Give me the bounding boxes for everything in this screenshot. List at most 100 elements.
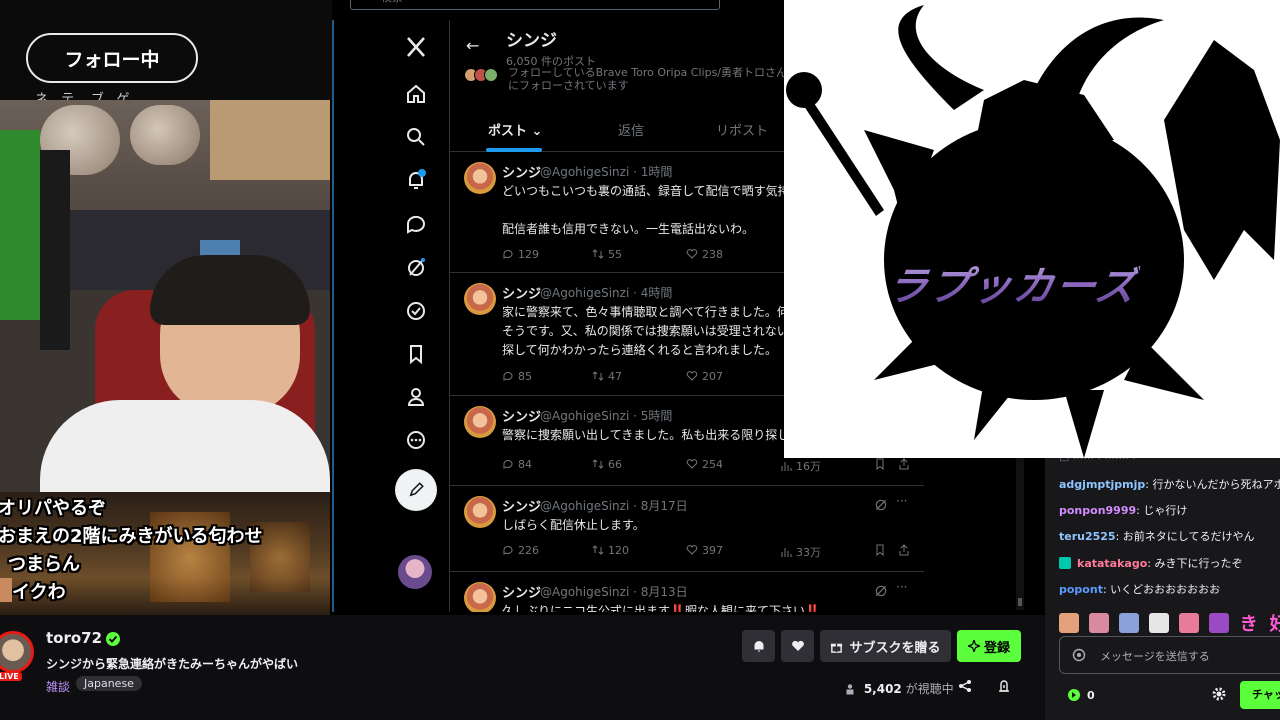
x-nav-rail <box>334 20 450 612</box>
chat-username[interactable]: katatakago <box>1077 557 1147 570</box>
emote[interactable] <box>1179 613 1200 633</box>
more-icon[interactable] <box>404 428 428 452</box>
x-logo-icon[interactable] <box>404 35 428 59</box>
emote[interactable]: き <box>1240 610 1260 636</box>
chat-send-button[interactable]: チャット <box>1240 681 1280 709</box>
grok-icon[interactable] <box>874 498 888 512</box>
bookmark-button[interactable] <box>874 544 890 557</box>
emote[interactable] <box>1119 613 1140 633</box>
stream-category[interactable]: 雑談 <box>46 678 70 695</box>
reply-icon <box>503 545 513 555</box>
emote[interactable] <box>1059 613 1079 633</box>
tweet-author[interactable]: シンジ <box>502 283 541 302</box>
views-chart-icon <box>781 548 792 557</box>
repost-button[interactable]: 55 <box>592 248 622 261</box>
heart-icon <box>686 371 698 381</box>
share-icon[interactable] <box>958 679 972 693</box>
share-button[interactable] <box>898 544 914 557</box>
notifications-button[interactable] <box>742 630 775 662</box>
chat-text: : 行かないんだから死ねアホ <box>1145 478 1280 491</box>
home-icon[interactable] <box>404 82 428 106</box>
repost-button[interactable]: 47 <box>592 370 622 383</box>
tweet-avatar[interactable] <box>464 162 496 194</box>
tweet-author[interactable]: シンジ <box>502 406 541 425</box>
viewer-count: 5,402 が視聴中 <box>844 680 954 697</box>
x-profile-fragment: フォロー中 … ネ、テ、 ブ、ゲ … <box>0 0 332 100</box>
tweet-avatar[interactable] <box>464 283 496 315</box>
account-avatar[interactable] <box>398 555 432 589</box>
chat-username[interactable]: adgjmptjpmjp <box>1059 478 1145 491</box>
sparkle-icon <box>967 640 980 652</box>
repost-button[interactable]: 120 <box>592 544 629 557</box>
reply-button[interactable]: 226 <box>502 544 539 557</box>
back-arrow-icon[interactable]: ← <box>466 36 479 55</box>
streamer-name[interactable]: toro72 <box>46 629 102 647</box>
compose-post-button[interactable] <box>395 469 437 511</box>
channel-points-balance[interactable]: 0 <box>1067 688 1095 702</box>
like-button[interactable]: 207 <box>686 370 723 383</box>
tweet-avatar[interactable] <box>464 582 496 612</box>
stream-chat-overlay: オリパやるぞ おまえの2階にみきがいる匂わせ つまらん イクわ <box>0 492 330 615</box>
more-options-icon[interactable]: ··· <box>896 494 907 508</box>
x-search-input[interactable]: 検索 <box>350 0 720 10</box>
share-button[interactable] <box>898 458 914 471</box>
messages-icon[interactable] <box>404 212 428 236</box>
like-button[interactable]: 254 <box>686 458 723 471</box>
verified-badge-icon <box>106 632 120 646</box>
notifications-bell-icon[interactable] <box>404 168 428 192</box>
reply-button[interactable]: 85 <box>502 370 532 383</box>
tweet-text: どいつもこいつも裏の通話、録音して配信で晒す気持 配信者誰も信用できない。一生電話… <box>502 184 790 236</box>
chat-input[interactable]: メッセージを送信する <box>1059 636 1280 674</box>
bookmarks-icon[interactable] <box>404 342 428 366</box>
like-button[interactable]: 397 <box>686 544 723 557</box>
search-icon[interactable] <box>404 125 428 149</box>
streamer-avatar[interactable] <box>0 631 34 673</box>
bookmark-button[interactable] <box>874 458 890 471</box>
chat-username[interactable]: popont <box>1059 583 1103 596</box>
chat-text: : じゃ行け <box>1136 504 1188 517</box>
tweet[interactable]: シンジ @AgohigeSinzi · 8月17日 ··· しばらく配信休止しま… <box>450 486 924 572</box>
views-count[interactable]: 33万 <box>780 544 821 560</box>
tweet-author[interactable]: シンジ <box>502 162 541 181</box>
chat-text: : お前ネタにしてるだけやん <box>1115 530 1255 543</box>
tab-reposts[interactable]: リポスト <box>716 120 768 139</box>
views-chart-icon <box>781 462 792 471</box>
emote[interactable] <box>1209 613 1230 633</box>
bell-icon <box>754 641 763 652</box>
chat-message: popont: いくどおおおおおおお <box>1059 581 1220 597</box>
gear-icon[interactable] <box>1211 686 1227 702</box>
tweet[interactable]: シンジ @AgohigeSinzi · 8月13日 ··· 久しぶりにニコ生公式… <box>450 572 924 612</box>
follow-heart-button[interactable] <box>781 630 814 662</box>
chat-username[interactable]: teru2525 <box>1059 530 1116 543</box>
reply-button[interactable]: 129 <box>502 248 539 261</box>
report-icon[interactable] <box>997 679 1011 693</box>
gift-sub-button[interactable]: サブスクを贈る <box>820 630 951 662</box>
emote[interactable] <box>1149 613 1170 633</box>
grok-icon[interactable] <box>404 256 428 280</box>
tab-posts[interactable]: ポスト ⌄ <box>488 120 542 139</box>
verified-orgs-icon[interactable] <box>404 299 428 323</box>
repost-button[interactable]: 66 <box>592 458 622 471</box>
stream-title: シンジから緊急連絡がきたみーちゃんがやばい <box>46 657 299 671</box>
heart-icon <box>686 249 698 259</box>
heart-icon <box>686 459 698 469</box>
more-options-icon[interactable]: ··· <box>896 580 907 594</box>
tweet-avatar[interactable] <box>464 406 496 438</box>
following-button[interactable]: フォロー中 <box>26 33 198 83</box>
reply-button[interactable]: 84 <box>502 458 532 471</box>
profile-icon[interactable] <box>404 385 428 409</box>
subscribe-button[interactable]: 登録 <box>957 630 1021 662</box>
tweet-author[interactable]: シンジ <box>502 496 541 515</box>
language-tag[interactable]: Japanese <box>76 676 142 691</box>
chat-username[interactable]: ponpon9999 <box>1059 504 1136 517</box>
channel-points-icon[interactable] <box>1072 648 1086 662</box>
tweet-avatar[interactable] <box>464 496 496 528</box>
grok-icon[interactable] <box>874 584 888 598</box>
emote[interactable]: 好 <box>1270 610 1280 636</box>
emote[interactable] <box>1089 613 1110 633</box>
views-count[interactable]: 16万 <box>780 458 821 474</box>
like-button[interactable]: 238 <box>686 248 723 261</box>
tweet-text: 久しぶりにニコ生公式に出ます‼️暇な人観に来て下さい‼️ <box>502 604 820 612</box>
tweet-author[interactable]: シンジ <box>502 582 541 601</box>
tab-replies[interactable]: 返信 <box>618 120 644 139</box>
